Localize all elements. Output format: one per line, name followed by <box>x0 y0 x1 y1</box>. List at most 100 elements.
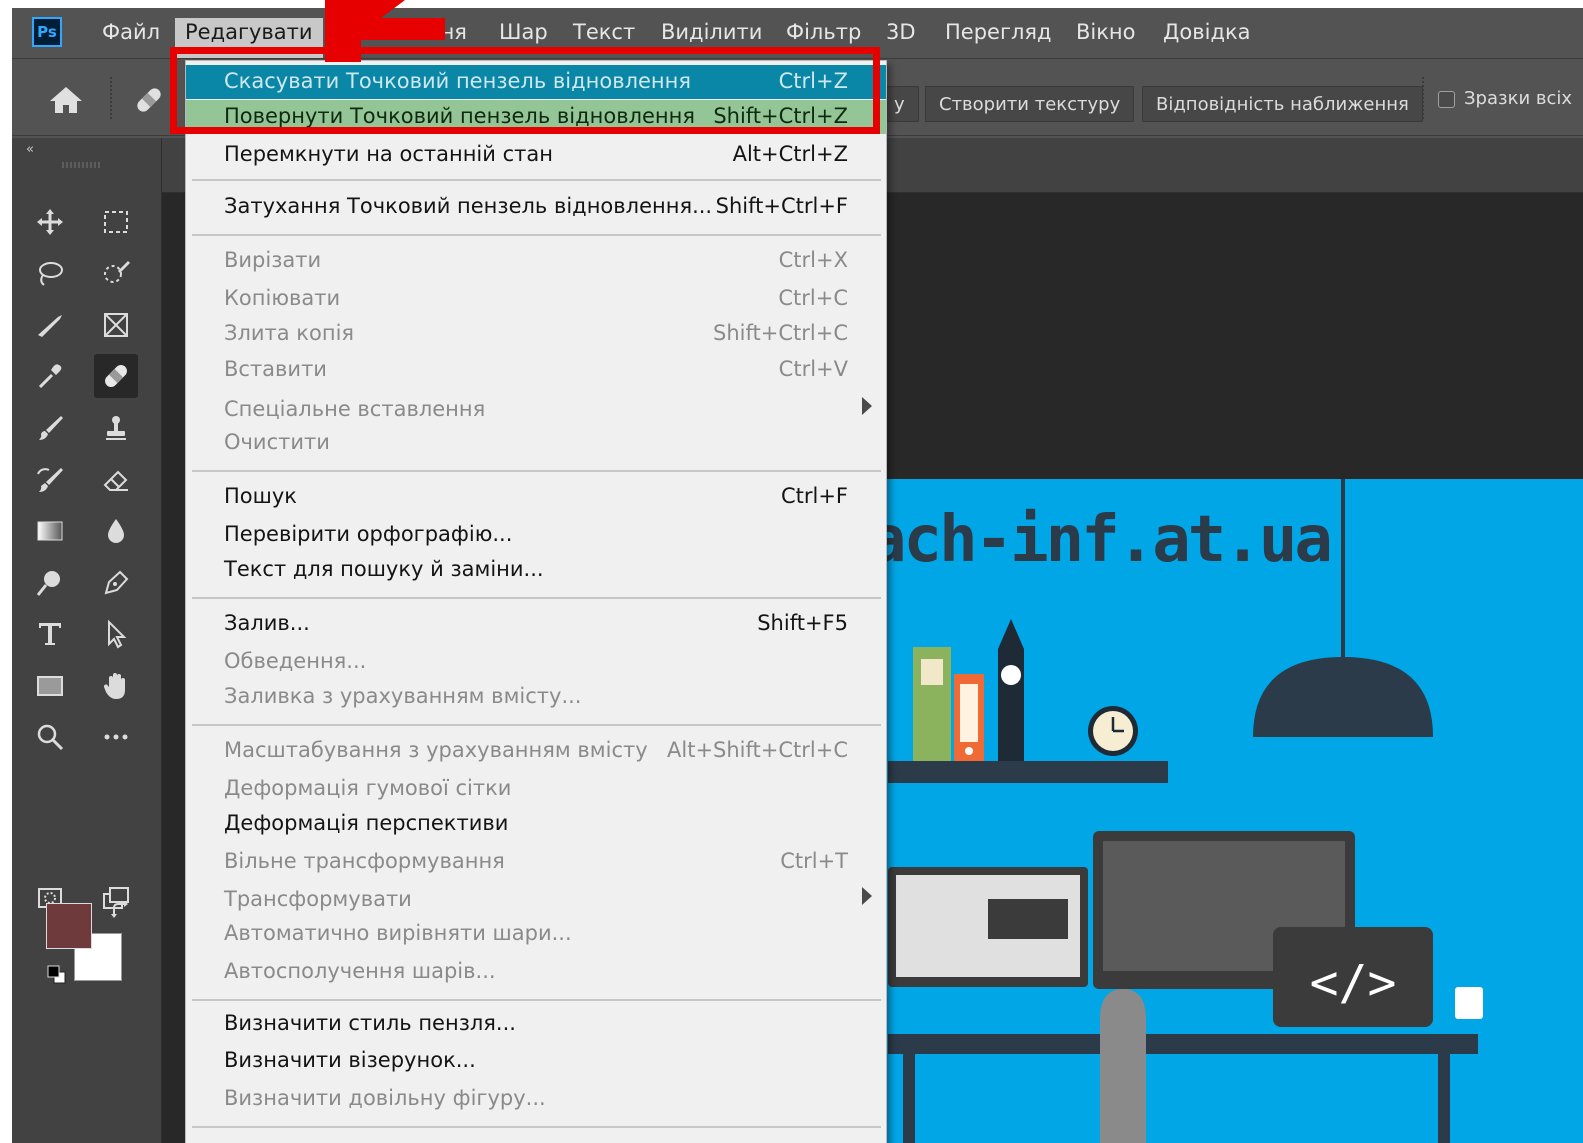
spot-healing-icon[interactable] <box>94 354 138 398</box>
menu-layer[interactable]: Шар <box>499 20 548 44</box>
home-icon[interactable] <box>48 85 84 115</box>
menu-item-stroke[interactable]: Обведення... <box>186 645 886 679</box>
menu-separator <box>192 470 881 472</box>
create-texture-button[interactable]: Створити текстуру <box>925 86 1135 122</box>
menu-item-puppet-warp[interactable]: Деформація гумової сітки <box>186 772 886 806</box>
photoshop-window: Ps Файл Редагувати ження Шар Текст Виділ… <box>12 8 1583 1143</box>
menu-item-label: Автосполучення шарів... <box>224 959 496 983</box>
menu-item-shortcut: Shift+Ctrl+C <box>713 321 848 345</box>
menu-item-find-replace[interactable]: Текст для пошуку й заміни... <box>186 553 886 587</box>
menu-item-fill[interactable]: Залив... Shift+F5 <box>186 607 886 641</box>
menu-item-paste-special[interactable]: Спеціальне вставлення <box>186 393 886 427</box>
menu-item-copy-merged[interactable]: Злита копія Shift+Ctrl+C <box>186 317 886 351</box>
menu-item-label: Затухання Точковий пензель відновлення..… <box>224 194 713 218</box>
document-image[interactable]: ach-inf.at.ua </> <box>878 479 1583 1143</box>
crop-icon[interactable] <box>28 303 72 347</box>
menu-item-shortcut: Alt+Ctrl+Z <box>732 142 848 166</box>
stamp-icon[interactable] <box>94 406 138 450</box>
more-icon[interactable] <box>94 715 138 759</box>
menu-help[interactable]: Довідка <box>1163 20 1251 44</box>
menu-item-label: Вирізати <box>224 248 322 272</box>
menu-item-label: Текст для пошуку й заміни... <box>224 557 544 581</box>
default-colors-icon[interactable] <box>46 964 68 986</box>
blur-icon[interactable] <box>94 509 138 553</box>
menu-item-label: Залив... <box>224 611 310 635</box>
menu-item-define-pattern[interactable]: Визначити візерунок... <box>186 1044 886 1078</box>
quick-select-icon[interactable] <box>94 251 138 295</box>
sample-all-layers-checkbox[interactable] <box>1438 91 1455 108</box>
submenu-arrow-icon <box>862 397 872 415</box>
eraser-icon[interactable] <box>94 458 138 502</box>
menu-filter[interactable]: Фільтр <box>786 20 861 44</box>
menu-item-label: Деформація гумової сітки <box>224 776 512 800</box>
menu-separator <box>192 234 881 236</box>
type-icon[interactable] <box>28 612 72 656</box>
options-divider <box>1422 77 1424 121</box>
menu-item-free-transform[interactable]: Вільне трансформування Ctrl+T <box>186 845 886 879</box>
zoom-icon[interactable] <box>28 715 72 759</box>
gradient-icon[interactable] <box>28 509 72 553</box>
menu-item-check-spelling[interactable]: Перевірити орфографію... <box>186 518 886 552</box>
menu-item-label: Спеціальне вставлення <box>224 397 486 421</box>
menu-separator <box>192 597 881 599</box>
frame-icon[interactable] <box>94 303 138 347</box>
menu-item-label: Вставити <box>224 357 327 381</box>
pen-icon[interactable] <box>94 561 138 605</box>
menu-item-label: Визначити візерунок... <box>224 1048 476 1072</box>
menu-item-label: Масштабування з урахуванням вмісту <box>224 738 648 762</box>
path-select-icon[interactable] <box>94 612 138 656</box>
marquee-icon[interactable] <box>94 200 138 244</box>
menu-item-label: Перевірити орфографію... <box>224 522 513 546</box>
menu-item-cut[interactable]: Вирізати Ctrl+X <box>186 244 886 278</box>
collapse-panel-icon[interactable]: « <box>26 142 34 157</box>
hand-icon[interactable] <box>94 664 138 708</box>
photoshop-logo-icon[interactable]: Ps <box>32 17 62 47</box>
menu-item-auto-align-layers[interactable]: Автоматично вирівняти шари... <box>186 917 886 951</box>
menu-item-perspective-warp[interactable]: Деформація перспективи <box>186 807 886 841</box>
menu-item-shortcut: Ctrl+F <box>780 484 848 508</box>
menu-item-define-brush[interactable]: Визначити стиль пензля... <box>186 1007 886 1041</box>
proximity-match-button[interactable]: Відповідність наближення <box>1142 86 1423 122</box>
eyedropper-icon[interactable] <box>28 354 72 398</box>
menu-item-toggle-last-state[interactable]: Перемкнути на останній стан Alt+Ctrl+Z <box>186 138 886 172</box>
brush-icon[interactable] <box>28 406 72 450</box>
options-divider <box>110 77 112 121</box>
menu-type[interactable]: Текст <box>573 20 635 44</box>
menu-item-content-aware-fill[interactable]: Заливка з урахуванням вмісту... <box>186 680 886 714</box>
foreground-color-swatch[interactable] <box>46 903 92 949</box>
move-icon[interactable] <box>28 200 72 244</box>
history-brush-icon[interactable] <box>28 458 72 502</box>
menu-item-content-aware-scale[interactable]: Масштабування з урахуванням вмісту Alt+Sh… <box>186 734 886 768</box>
menu-item-define-custom-shape[interactable]: Визначити довільну фігуру... <box>186 1082 886 1116</box>
menu-item-clear[interactable]: Очистити <box>186 426 886 460</box>
dodge-icon[interactable] <box>28 561 72 605</box>
menu-file[interactable]: Файл <box>102 20 160 44</box>
menu-select[interactable]: Виділити <box>661 20 762 44</box>
menu-separator <box>192 999 881 1001</box>
menu-item-copy[interactable]: Копіювати Ctrl+C <box>186 282 886 316</box>
lasso-icon[interactable] <box>28 251 72 295</box>
menu-item-label: Вільне трансформування <box>224 849 505 873</box>
menu-item-label: Злита копія <box>224 321 355 345</box>
menu-item-label: Обведення... <box>224 649 367 673</box>
menu-item-label: Автоматично вирівняти шари... <box>224 921 572 945</box>
menu-item-label: Копіювати <box>224 286 341 310</box>
menu-item-shortcut: Alt+Shift+Ctrl+C <box>667 738 848 762</box>
rectangle-icon[interactable] <box>28 664 72 708</box>
menu-item-search[interactable]: Пошук Ctrl+F <box>186 480 886 514</box>
screen-mode-icon[interactable] <box>94 876 138 920</box>
sample-all-layers-label: Зразки всіх <box>1464 88 1573 109</box>
menu-item-auto-blend-layers[interactable]: Автосполучення шарів... <box>186 955 886 989</box>
annotation-highlight-box <box>170 47 880 134</box>
tools-panel: « <box>12 138 162 1143</box>
menu-item-fade[interactable]: Затухання Точковий пензель відновлення..… <box>186 190 886 224</box>
menu-item-label: Деформація перспективи <box>224 811 509 835</box>
menu-window[interactable]: Вікно <box>1076 20 1136 44</box>
menu-item-shortcut: Ctrl+V <box>778 357 848 381</box>
spot-healing-icon[interactable] <box>132 83 166 117</box>
menu-view[interactable]: Перегляд <box>945 20 1052 44</box>
panel-grip[interactable] <box>62 162 102 168</box>
menu-3d[interactable]: 3D <box>886 20 916 44</box>
menu-item-transform[interactable]: Трансформувати <box>186 883 886 917</box>
menu-item-paste[interactable]: Вставити Ctrl+V <box>186 353 886 387</box>
